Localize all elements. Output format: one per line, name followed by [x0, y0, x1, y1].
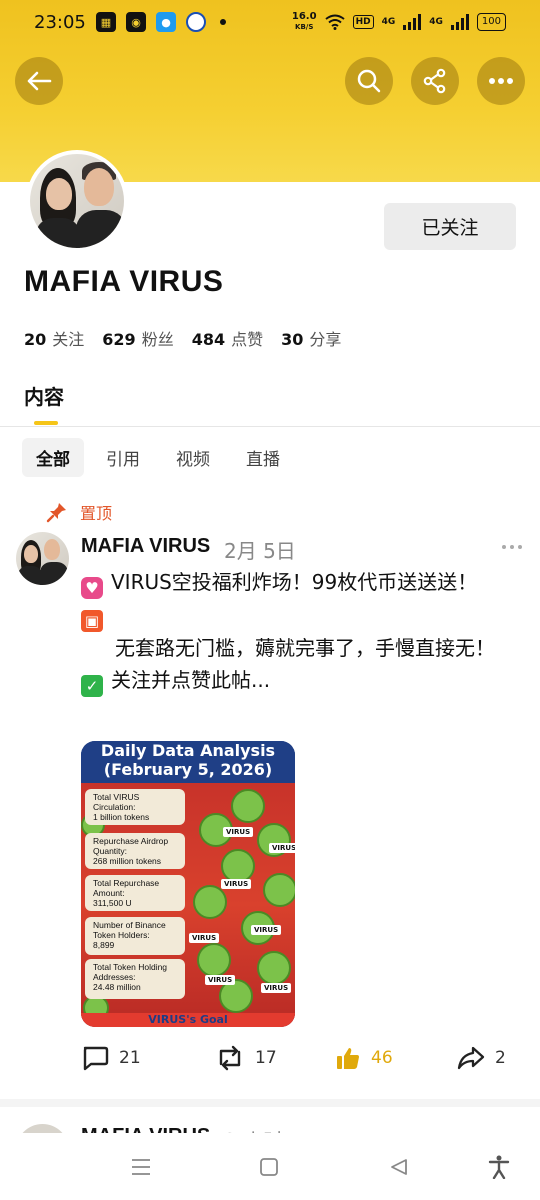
network-type-1: 4G: [381, 17, 396, 27]
comment-button[interactable]: 21: [81, 1045, 141, 1071]
filter-videos[interactable]: 视频: [162, 438, 224, 477]
game-controller-icon: ◉: [126, 12, 146, 32]
signal-bars-1-icon: [403, 14, 422, 30]
status-bar: 23:05 ▦ ◉ ● 16.0 KB/S HD 4G 4G 100: [0, 0, 540, 46]
profile-avatar[interactable]: [26, 150, 128, 252]
stat-likes[interactable]: 484 点赞: [192, 326, 263, 350]
accessibility-button[interactable]: [487, 1155, 511, 1179]
comment-icon: [83, 1046, 109, 1071]
qq-icon: ●: [156, 12, 176, 32]
image-card-5: Total Token Holding Addresses: 24.48 mill…: [85, 959, 185, 999]
back-arrow-icon: [27, 71, 52, 91]
comment-count: 21: [119, 1048, 141, 1068]
post-separator: [0, 1099, 540, 1107]
image-card-3: Total Repurchase Amount: 311,500 U: [85, 875, 185, 911]
post-line-2: 无套路无门槛，薅就完事了，手慢直接无！: [115, 636, 495, 660]
post-actions: 21 17 46 2: [81, 1045, 521, 1077]
image-footer: VIRUS's Goal: [81, 1013, 295, 1027]
recent-apps-button[interactable]: [129, 1155, 153, 1179]
filter-live[interactable]: 直播: [232, 438, 294, 477]
follow-status-button[interactable]: 已关注: [384, 203, 516, 250]
post-more-menu[interactable]: [502, 545, 522, 549]
network-speed: 16.0 KB/S: [291, 11, 317, 32]
profile-name: MAFIA VIRUS: [24, 265, 224, 298]
post-date: 2月 5日: [224, 539, 296, 563]
share-count: 2: [495, 1048, 506, 1068]
filter-all[interactable]: 全部: [22, 438, 84, 477]
app-notification-icon: ▦: [96, 12, 116, 32]
tab-content[interactable]: 内容: [24, 381, 64, 410]
back-nav-button[interactable]: [387, 1155, 411, 1179]
repost-button[interactable]: 17: [215, 1045, 277, 1071]
sparkling-heart-icon: ♥: [81, 577, 103, 599]
share-button[interactable]: [411, 57, 459, 105]
network-type-2: 4G: [429, 17, 443, 27]
home-button[interactable]: [257, 1155, 281, 1179]
pinned-indicator: 置顶: [46, 500, 112, 524]
more-icon: [489, 78, 513, 84]
signal-bars-2-icon: [450, 14, 469, 30]
search-button[interactable]: [345, 57, 393, 105]
status-notification-icons: ▦ ◉ ●: [96, 12, 226, 32]
pin-icon: [46, 503, 66, 523]
repost-count: 17: [255, 1048, 277, 1068]
tab-active-indicator: [34, 421, 58, 425]
stat-shares[interactable]: 30 分享: [281, 326, 341, 350]
gift-icon: ▣: [81, 610, 103, 632]
image-title: Daily Data Analysis (February 5, 2026): [81, 741, 295, 783]
pinned-label: 置顶: [80, 504, 113, 523]
next-post-avatar[interactable]: [16, 1124, 69, 1133]
post-line-1: VIRUS空投福利炸场！99枚代币送送送！: [111, 570, 478, 594]
system-navigation-bar: [0, 1133, 540, 1200]
stat-following[interactable]: 20 关注: [24, 326, 84, 350]
image-card-2: Repurchase Airdrop Quantity: 268 million …: [85, 833, 185, 869]
post-author-name[interactable]: MAFIA VIRUS: [81, 535, 210, 558]
wifi-icon: [324, 14, 345, 30]
image-card-1: Total VIRUS Circulation: 1 billion tokens: [85, 789, 185, 825]
repost-icon: [219, 1045, 241, 1071]
status-time: 23:05: [34, 12, 86, 33]
accessibility-icon: [488, 1155, 510, 1179]
next-post-author: MAFIA VIRUS: [81, 1125, 210, 1133]
next-post-date: 2 小时: [224, 1125, 283, 1133]
more-notifications-dot-icon: [220, 19, 226, 25]
filter-quotes[interactable]: 引用: [92, 438, 154, 477]
next-post-preview[interactable]: MAFIA VIRUS 2 小时: [0, 1107, 540, 1133]
forward-share-icon: [457, 1046, 485, 1070]
share-icon: [423, 68, 446, 94]
divider: [0, 426, 540, 427]
more-options-button[interactable]: [477, 57, 525, 105]
like-count: 46: [371, 1048, 393, 1068]
stat-followers[interactable]: 629 粉丝: [102, 326, 173, 350]
search-icon: [357, 69, 381, 93]
like-button[interactable]: 46: [335, 1045, 393, 1071]
back-icon: [391, 1159, 407, 1175]
post-author-avatar[interactable]: [16, 532, 69, 585]
post-line-3: 关注并点赞此帖...: [111, 668, 271, 692]
share-post-button[interactable]: 2: [457, 1045, 506, 1071]
battery-indicator: 100: [476, 13, 506, 31]
check-mark-icon: ✓: [81, 675, 103, 697]
post-body[interactable]: ♥ VIRUS空投福利炸场！99枚代币送送送！ ▣ 无套路无门槛，薅就完事了，手慢…: [81, 566, 521, 697]
back-button[interactable]: [15, 57, 63, 105]
menu-icon: [132, 1159, 150, 1175]
browser-icon: [186, 12, 206, 32]
content-filters: 全部 引用 视频 直播: [22, 438, 294, 477]
hd-voice-badge: HD: [352, 15, 374, 29]
image-body: VIRUS VIRUS VIRUS VIRUS VIRUS VIRUS VIRU…: [81, 783, 295, 1027]
home-icon: [260, 1158, 278, 1176]
post-image[interactable]: Daily Data Analysis (February 5, 2026) V…: [81, 741, 295, 1027]
profile-stats: 20 关注 629 粉丝 484 点赞 30 分享: [24, 326, 341, 350]
status-right-icons: 16.0 KB/S HD 4G 4G 100: [292, 12, 506, 32]
image-card-4: Number of Binance Token Holders: 8,899: [85, 917, 185, 955]
thumbs-up-icon: [337, 1048, 359, 1069]
